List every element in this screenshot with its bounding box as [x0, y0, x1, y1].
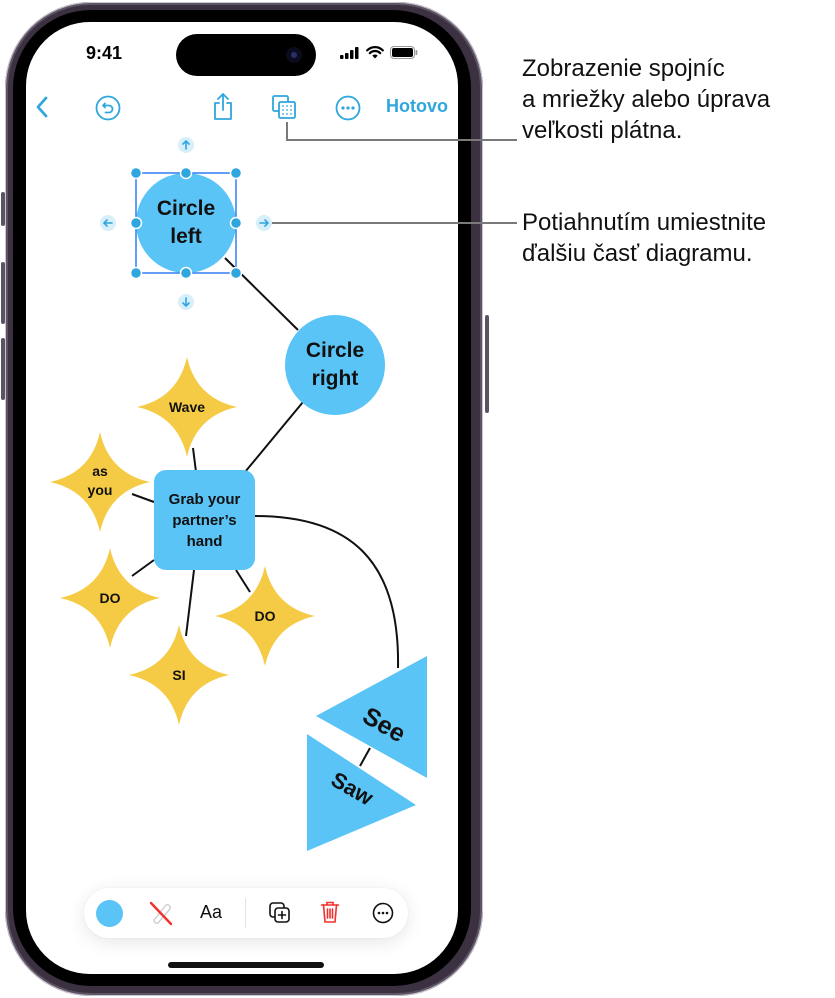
node-do-right[interactable]: DO: [225, 606, 305, 626]
no-stroke-icon: [149, 901, 173, 926]
toolbar-divider: [245, 898, 246, 928]
node-label: Wave: [168, 399, 206, 415]
node-grab[interactable]: Grab your partner’s hand: [154, 470, 255, 570]
more-options-button[interactable]: [372, 902, 394, 924]
delete-button[interactable]: [320, 900, 340, 924]
connector: [359, 747, 371, 767]
ellipsis-circle-icon: [372, 902, 394, 924]
node-label: you: [87, 482, 113, 498]
add-arrow-right[interactable]: [256, 215, 272, 231]
node-as-you[interactable]: as you: [60, 460, 140, 502]
node-do-left[interactable]: DO: [70, 588, 150, 608]
node-label: DO: [99, 590, 121, 606]
add-arrow-left[interactable]: [100, 215, 116, 231]
resize-handle: [179, 266, 193, 280]
resize-handle: [229, 266, 243, 280]
node-label: DO: [254, 608, 276, 624]
node-label: partner’s: [172, 511, 237, 529]
connector: [244, 401, 304, 473]
node-label: hand: [186, 532, 223, 550]
stroke-button[interactable]: [148, 900, 174, 926]
connector-curve: [254, 515, 400, 669]
node-label: left: [170, 225, 202, 248]
duplicate-icon: [269, 902, 290, 923]
node-circle-right[interactable]: Circle right: [285, 335, 385, 395]
node-label: SI: [172, 667, 186, 683]
node-wave[interactable]: Wave: [147, 397, 227, 417]
trash-icon: [320, 901, 340, 923]
shape-toolbar: Aa: [84, 888, 408, 938]
connector: [131, 559, 155, 577]
fill-color-button[interactable]: [96, 900, 123, 927]
add-arrow-up[interactable]: [178, 137, 194, 153]
node-circle-left[interactable]: Circle left: [136, 193, 236, 253]
add-arrow-down[interactable]: [178, 294, 194, 310]
resize-handle: [179, 166, 193, 180]
node-label: Grab your: [168, 490, 241, 508]
connector: [235, 569, 251, 593]
node-label: right: [311, 367, 359, 390]
resize-handle: [129, 166, 143, 180]
connector: [192, 447, 197, 473]
node-si[interactable]: SI: [139, 665, 219, 685]
node-label: Circle: [305, 339, 365, 362]
node-label: Circle: [156, 197, 216, 220]
home-indicator[interactable]: [168, 962, 324, 968]
resize-handle: [129, 266, 143, 280]
text-style-button[interactable]: Aa: [200, 902, 222, 923]
duplicate-button[interactable]: [268, 901, 292, 925]
node-label: as: [92, 463, 108, 479]
resize-handle: [229, 166, 243, 180]
connector: [185, 569, 195, 637]
